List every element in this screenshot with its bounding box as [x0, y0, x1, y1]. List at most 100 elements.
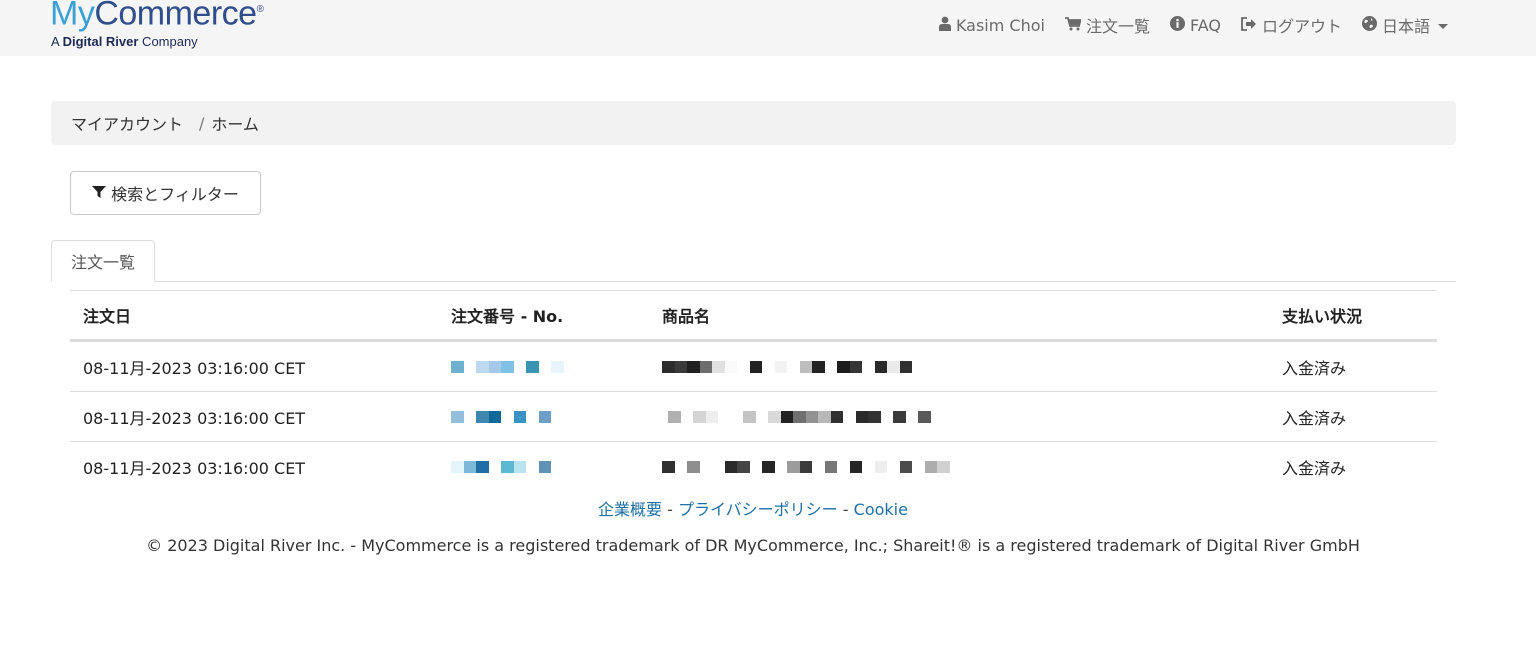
- redacted-product-name: [662, 360, 1256, 374]
- redaction-pixel: [749, 360, 762, 373]
- table-row[interactable]: 08-11月-2023 03:16:00 CET 入金済み: [70, 340, 1437, 392]
- table-row[interactable]: 08-11月-2023 03:16:00 CET 入金済み: [70, 442, 1437, 492]
- redaction-pixel: [488, 410, 501, 423]
- footer-link-privacy[interactable]: プライバシーポリシー: [678, 500, 838, 519]
- redaction-pixel: [699, 360, 712, 373]
- redaction-pixel: [451, 360, 464, 373]
- redaction-pixel: [843, 410, 856, 423]
- table-row[interactable]: 08-11月-2023 03:16:00 CET 入金済み: [70, 391, 1437, 442]
- breadcrumb-parent-link[interactable]: マイアカウント: [71, 111, 183, 135]
- redacted-order-number: [451, 360, 636, 374]
- redaction-pixel: [488, 460, 501, 473]
- sign-out-icon: [1241, 16, 1257, 35]
- redaction-pixel: [463, 460, 476, 473]
- top-nav-menu: Kasim Choi 注文一覧 FAQ ログアウト 日本語: [919, 14, 1448, 36]
- nav-user-account[interactable]: Kasim Choi: [938, 15, 1045, 35]
- nav-logout[interactable]: ログアウト: [1241, 13, 1342, 37]
- redaction-pixel: [830, 410, 843, 423]
- redaction-pixel: [768, 410, 781, 423]
- orders-table: 注文日 注文番号 - No. 商品名 支払い状況 08-11月-2023 03:…: [70, 291, 1437, 491]
- column-header-payment-status[interactable]: 支払い状況: [1269, 291, 1437, 342]
- product-name-cell: [649, 340, 1269, 392]
- redaction-pixel: [501, 460, 514, 473]
- user-icon: [938, 16, 951, 35]
- redaction-pixel: [905, 410, 918, 423]
- column-header-date[interactable]: 注文日: [70, 291, 438, 342]
- redaction-pixel: [699, 460, 712, 473]
- redaction-pixel: [687, 460, 700, 473]
- order-number-cell[interactable]: [438, 391, 649, 442]
- globe-icon: [1361, 15, 1377, 35]
- redaction-pixel: [476, 360, 489, 373]
- redaction-pixel: [762, 460, 775, 473]
- nav-orders[interactable]: 注文一覧: [1064, 13, 1150, 37]
- tab-order-list-label: 注文一覧: [70, 253, 135, 272]
- redaction-pixel: [538, 460, 551, 473]
- nav-faq[interactable]: FAQ: [1169, 15, 1221, 35]
- order-date-cell: 08-11月-2023 03:16:00 CET: [70, 391, 438, 442]
- search-filter-button[interactable]: 検索とフィルター: [70, 171, 261, 215]
- order-date-cell: 08-11月-2023 03:16:00 CET: [83, 458, 306, 478]
- redaction-pixel: [787, 360, 800, 373]
- payment-status-cell: 入金済み: [1269, 391, 1437, 442]
- breadcrumb-current: ホーム: [211, 115, 259, 134]
- redaction-pixel: [899, 360, 912, 373]
- redacted-order-number: [451, 410, 636, 424]
- footer-separator: -: [662, 500, 678, 519]
- redaction-pixel: [687, 360, 700, 373]
- nav-language-dropdown[interactable]: 日本語: [1361, 13, 1448, 37]
- redaction-pixel: [749, 460, 762, 473]
- chevron-down-icon: [1438, 23, 1448, 29]
- nav-user-label: Kasim Choi: [955, 15, 1045, 35]
- nav-orders-label: 注文一覧: [1085, 17, 1150, 36]
- breadcrumb: マイアカウント / ホーム: [51, 101, 1456, 145]
- redaction-pixel: [526, 410, 539, 423]
- redaction-pixel: [862, 460, 875, 473]
- redaction-pixel: [724, 460, 737, 473]
- redaction-pixel: [812, 460, 825, 473]
- redaction-pixel: [818, 410, 831, 423]
- redaction-pixel: [893, 410, 906, 423]
- redaction-pixel: [837, 460, 850, 473]
- redaction-pixel: [488, 360, 501, 373]
- redaction-pixel: [513, 410, 526, 423]
- order-number-cell[interactable]: [438, 442, 649, 492]
- product-name-cell: [649, 391, 1269, 442]
- redaction-pixel: [718, 410, 731, 423]
- redaction-pixel: [837, 360, 850, 373]
- column-header-order-number[interactable]: 注文番号 - No.: [438, 291, 649, 342]
- redaction-pixel: [824, 460, 837, 473]
- footer-link-cookie[interactable]: Cookie: [854, 500, 908, 519]
- redaction-pixel: [501, 360, 514, 373]
- column-header-product[interactable]: 商品名: [649, 291, 1269, 342]
- redaction-pixel: [476, 410, 489, 423]
- redaction-pixel: [855, 410, 868, 423]
- redaction-pixel: [705, 410, 718, 423]
- redaction-pixel: [724, 360, 737, 373]
- redaction-pixel: [693, 410, 706, 423]
- nav-language-label: 日本語: [1381, 17, 1430, 36]
- copyright-text: © 2023 Digital River Inc. - MyCommerce i…: [146, 536, 1360, 555]
- redaction-pixel: [874, 360, 887, 373]
- tab-order-list[interactable]: 注文一覧: [51, 240, 155, 282]
- redaction-pixel: [880, 410, 893, 423]
- order-date-cell: 08-11月-2023 03:16:00 CET: [70, 340, 438, 392]
- redaction-pixel: [513, 460, 526, 473]
- redacted-product-name: [662, 460, 1256, 474]
- mycommerce-logo[interactable]: MyCommerce® A Digital River Company: [50, 0, 264, 49]
- redaction-pixel: [849, 360, 862, 373]
- payment-status-cell: 入金済み: [1269, 340, 1437, 392]
- redaction-pixel: [774, 360, 787, 373]
- order-number-cell[interactable]: [438, 340, 649, 392]
- redaction-pixel: [712, 360, 725, 373]
- redaction-pixel: [668, 410, 681, 423]
- redaction-pixel: [538, 360, 551, 373]
- redacted-order-number: [451, 460, 636, 474]
- footer-links: 企業概要 - プライバシーポリシー - Cookie: [0, 496, 1506, 520]
- redaction-pixel: [780, 410, 793, 423]
- footer-separator: -: [837, 500, 854, 519]
- logo-wordmark: MyCommerce®: [50, 0, 264, 33]
- redaction-pixel: [662, 460, 675, 473]
- footer-link-company[interactable]: 企業概要: [598, 500, 662, 519]
- nav-faq-label: FAQ: [1189, 15, 1221, 35]
